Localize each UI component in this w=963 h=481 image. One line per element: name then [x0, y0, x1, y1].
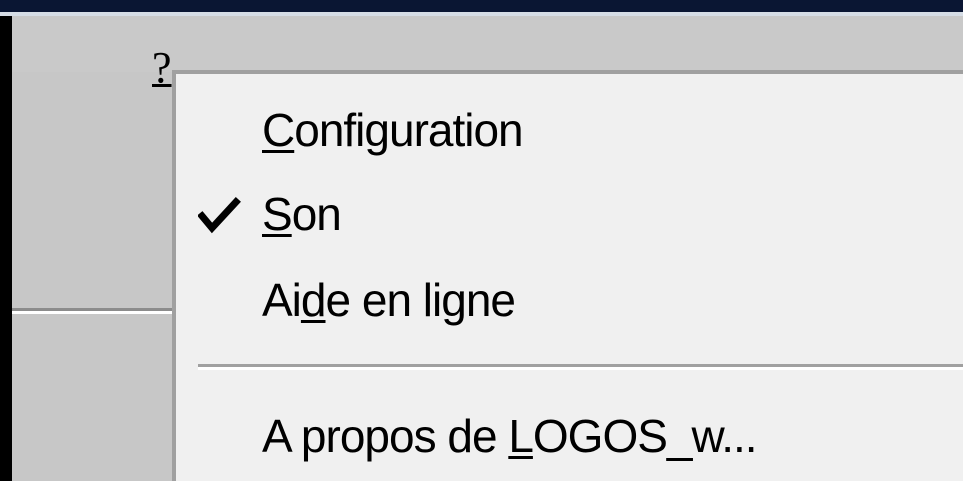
help-dropdown-menu: Configuration Son Aide en ligne A propos… — [172, 70, 963, 481]
menu-item-label: Aide en ligne — [262, 272, 516, 328]
menu-item-son[interactable]: Son — [176, 172, 963, 256]
menu-item-configuration[interactable]: Configuration — [176, 88, 963, 172]
menu-item-label-suffix: on — [291, 188, 342, 240]
menu-bar: ? — [12, 16, 963, 90]
menu-item-label-suffix: e en ligne — [325, 274, 516, 326]
menu-separator — [198, 364, 963, 372]
menu-item-label: A propos de LOGOS_w... — [262, 408, 758, 464]
menu-item-about[interactable]: A propos de LOGOS_w... — [176, 394, 963, 478]
menu-item-label-prefix: Ai — [262, 274, 302, 326]
menu-item-label: Configuration — [262, 102, 524, 158]
screen: ? Configuration Son Aide en ligne A prop… — [0, 0, 963, 481]
menu-item-accelerator: S — [262, 188, 293, 240]
title-bar — [0, 0, 963, 12]
menu-item-label: Son — [262, 186, 342, 242]
menu-item-label-suffix: onfiguration — [294, 104, 523, 156]
help-menu-title[interactable]: ? — [152, 46, 172, 90]
menu-item-accelerator: L — [508, 410, 534, 462]
menu-item-aide-en-ligne[interactable]: Aide en ligne — [176, 258, 963, 342]
separator-highlight — [198, 367, 963, 370]
menu-item-label-suffix: OGOS_w... — [532, 410, 758, 462]
menu-item-accelerator: C — [262, 104, 295, 156]
menu-item-accelerator: d — [300, 274, 327, 326]
window-divider-highlight — [12, 311, 182, 314]
checkmark-icon — [198, 197, 241, 234]
menu-item-label-prefix: A propos de — [262, 410, 509, 462]
